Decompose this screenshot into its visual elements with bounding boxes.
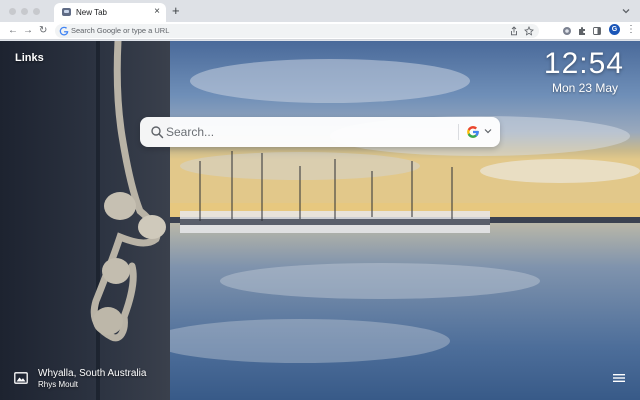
address-bar-placeholder: Search Google or type a URL <box>71 26 170 35</box>
chevron-down-icon[interactable] <box>484 128 492 134</box>
photo-credit[interactable]: Rhys Moult <box>38 380 78 389</box>
google-logo-icon[interactable] <box>466 125 480 139</box>
clock-date: Mon 23 May <box>551 81 618 95</box>
photo-info-icon[interactable] <box>14 372 28 384</box>
share-icon[interactable] <box>509 26 519 36</box>
wallpaper-photo <box>0 41 640 400</box>
profile-avatar[interactable]: G <box>609 24 620 35</box>
photo-location[interactable]: Whyalla, South Australia <box>38 368 146 379</box>
search-icon <box>151 126 164 139</box>
search-box[interactable] <box>140 117 500 147</box>
puzzle-icon[interactable] <box>577 26 587 36</box>
toolbar: ← → ↻ Search Google or type a URL <box>0 22 640 40</box>
tab-strip: New Tab × + <box>0 0 640 22</box>
tab-search-icon[interactable] <box>620 5 632 17</box>
tab-new-tab[interactable]: New Tab × <box>54 3 166 22</box>
search-divider <box>458 124 459 140</box>
search-input[interactable] <box>166 123 456 141</box>
browser-window: New Tab × + ← → ↻ Search Google or type … <box>0 0 640 400</box>
address-bar[interactable]: Search Google or type a URL <box>55 24 539 38</box>
back-button[interactable]: ← <box>8 24 18 38</box>
links-button[interactable]: Links <box>15 52 44 64</box>
window-close-dot[interactable] <box>9 8 16 15</box>
bookmark-star-icon[interactable] <box>524 26 534 36</box>
tab-close-button[interactable]: × <box>154 6 160 17</box>
side-panel-icon[interactable] <box>592 26 602 36</box>
hamburger-menu-icon[interactable] <box>613 373 625 383</box>
tab-title: New Tab <box>76 8 107 17</box>
new-tab-favicon-icon <box>62 8 71 16</box>
forward-button[interactable]: → <box>23 24 33 38</box>
window-minimize-dot[interactable] <box>21 8 28 15</box>
google-g-icon <box>59 26 69 36</box>
new-tab-page: Links 12:54 Mon 23 May Whyalla, S <box>0 41 640 400</box>
browser-menu-button[interactable]: ⋮ <box>626 24 636 35</box>
new-tab-button[interactable]: + <box>172 4 180 17</box>
window-zoom-dot[interactable] <box>33 8 40 15</box>
reload-button[interactable]: ↻ <box>39 24 47 38</box>
clock-time: 12:54 <box>543 47 624 80</box>
extension-icon[interactable] <box>562 26 572 36</box>
